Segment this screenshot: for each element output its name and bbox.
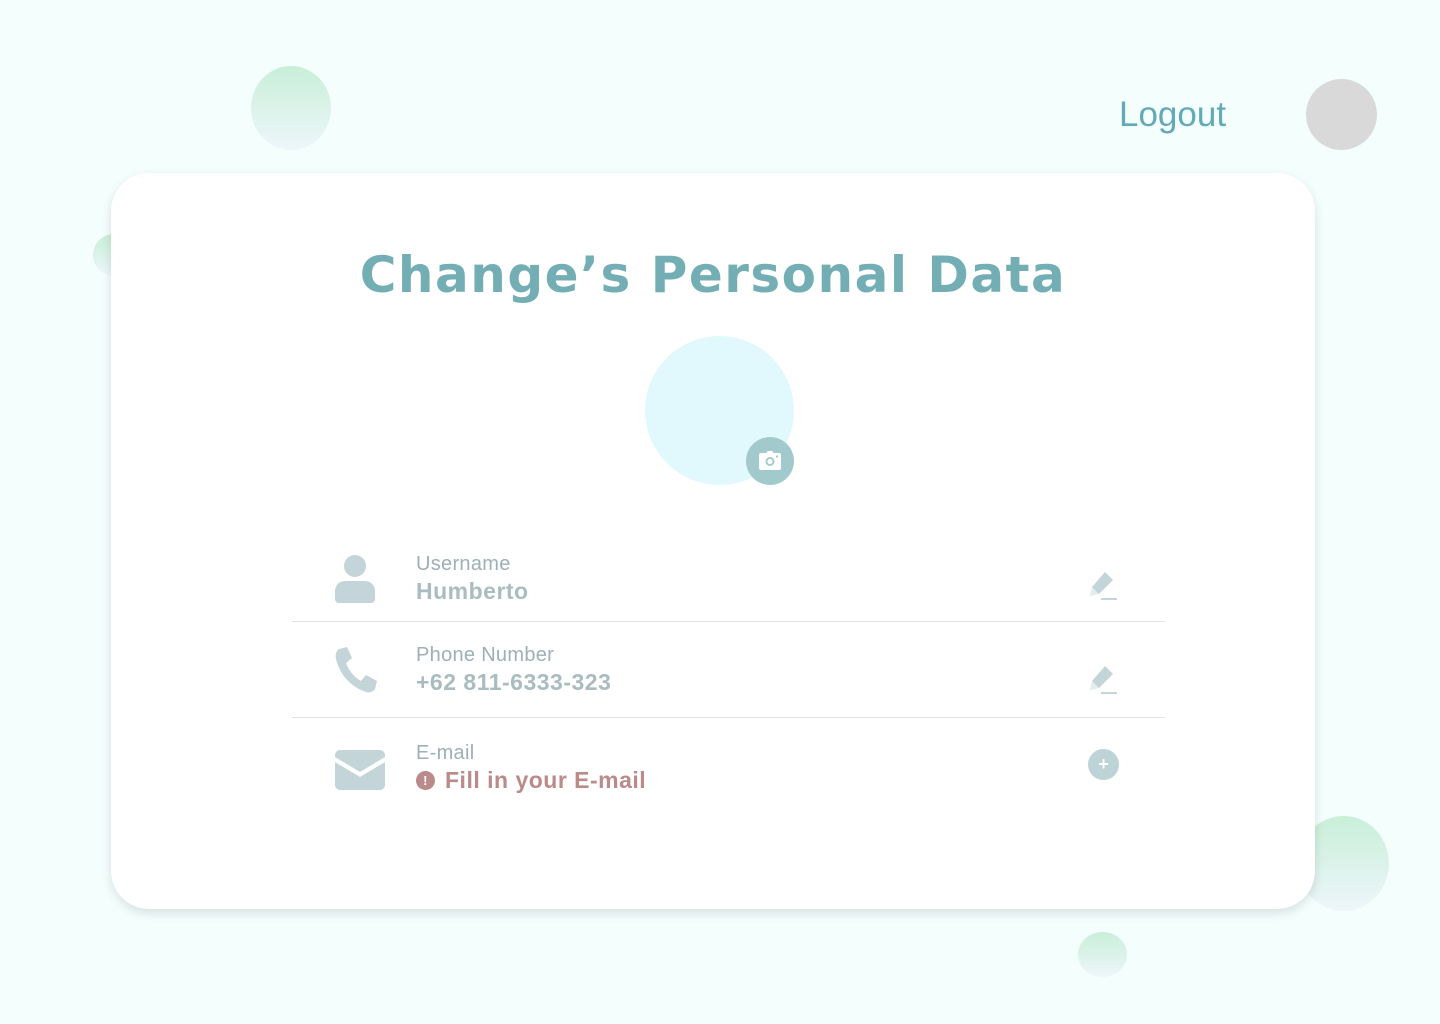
change-photo-button[interactable] (746, 437, 794, 485)
add-email-button[interactable]: + (1088, 749, 1119, 780)
camera-icon (759, 451, 781, 470)
pencil-icon (1090, 572, 1117, 600)
page-title: Change’s Personal Data (359, 246, 1067, 304)
plus-icon: + (1098, 754, 1109, 774)
envelope-icon (335, 750, 385, 790)
username-row: Username Humberto (292, 533, 1165, 622)
email-value: ! Fill in your E-mail (416, 767, 646, 794)
email-label: E-mail (416, 742, 475, 764)
phone-icon (335, 647, 377, 693)
username-label: Username (416, 553, 511, 575)
email-placeholder-text: Fill in your E-mail (445, 767, 647, 793)
warning-icon: ! (416, 771, 435, 790)
edit-username-button[interactable] (1087, 570, 1119, 602)
decorative-bubble (1078, 932, 1127, 977)
email-row: E-mail ! Fill in your E-mail + (292, 718, 1165, 808)
personal-data-card: Change’s Personal Data Username Humberto (111, 173, 1315, 909)
phone-row: Phone Number +62 811-6333-323 (292, 622, 1165, 718)
edit-phone-button[interactable] (1087, 664, 1119, 696)
decorative-bubble (251, 66, 331, 150)
phone-value: +62 811-6333-323 (416, 669, 612, 695)
logout-link[interactable]: Logout (1119, 92, 1226, 138)
pencil-icon (1090, 666, 1117, 694)
user-icon (335, 555, 375, 603)
avatar[interactable] (1306, 79, 1377, 150)
username-value: Humberto (416, 578, 529, 604)
phone-label: Phone Number (416, 644, 555, 666)
